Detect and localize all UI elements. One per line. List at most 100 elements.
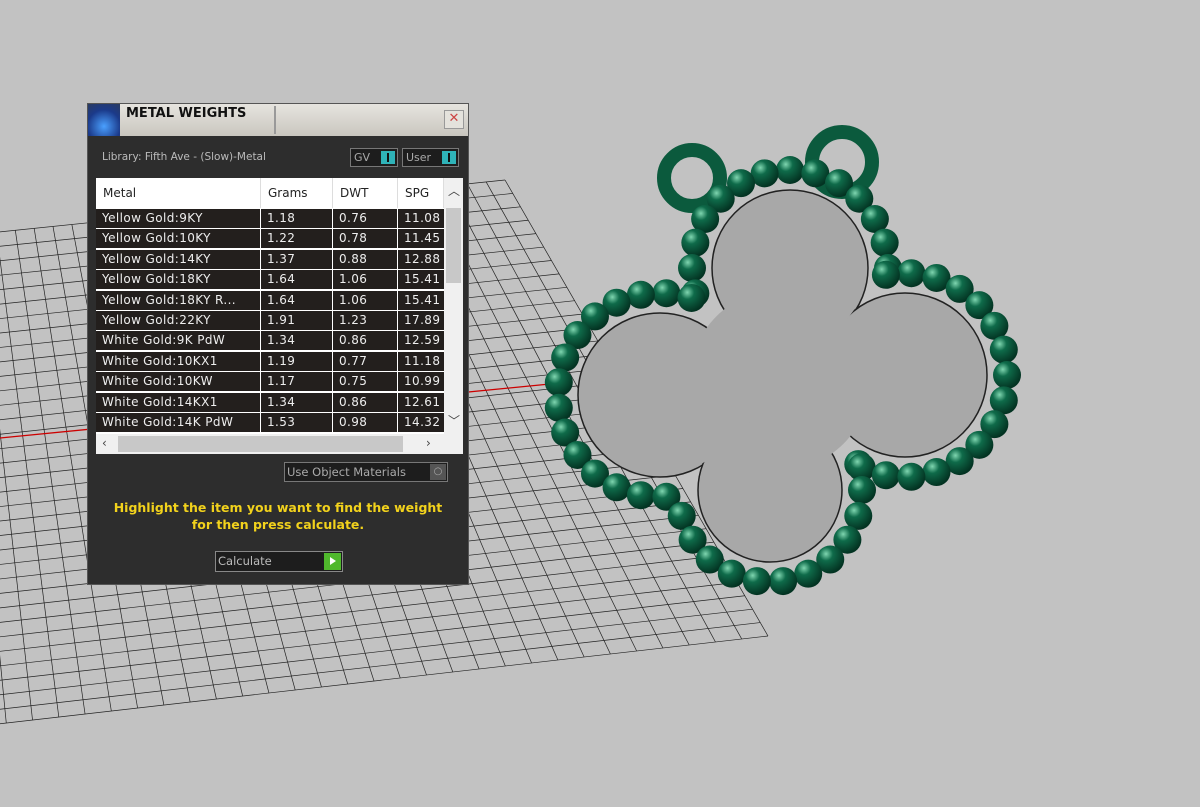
bead	[769, 567, 798, 596]
cell-dwt: 0.75	[333, 372, 397, 392]
cell-spg: 15.41	[398, 270, 444, 290]
cell-dwt: 0.78	[333, 229, 397, 249]
scroll-left-icon[interactable]: ‹	[102, 436, 107, 450]
bead	[626, 481, 655, 510]
cell-dwt: 0.98	[333, 413, 397, 432]
bead	[544, 393, 573, 422]
bead	[922, 458, 951, 487]
center-lobe-fill	[699, 419, 841, 561]
bead	[544, 368, 573, 397]
cell-dwt: 0.76	[333, 209, 397, 228]
cell-spg: 12.59	[398, 331, 444, 351]
table-row[interactable]: Yellow Gold:18KY 1.64 1.06 15.41	[96, 270, 444, 290]
use-object-materials-toggle[interactable]: Use Object Materials ○	[284, 462, 448, 482]
horizontal-scrollbar[interactable]: ‹ ›	[96, 434, 463, 454]
cell-spg: 11.45	[398, 229, 444, 249]
center-lobe-fill	[824, 294, 986, 456]
bead	[871, 461, 900, 490]
message-line-2: for then press calculate.	[191, 517, 365, 532]
table-row[interactable]: White Gold:10KW 1.17 0.75 10.99	[96, 372, 444, 392]
table-row[interactable]: White Gold:14K PdW 1.53 0.98 14.32	[96, 413, 444, 433]
cell-spg: 14.32	[398, 413, 444, 432]
cell-spg: 11.08	[398, 209, 444, 228]
cell-metal: Yellow Gold:18KY	[96, 270, 260, 290]
scroll-up-icon[interactable]: ︿	[448, 182, 460, 199]
cell-dwt: 0.77	[333, 351, 397, 371]
window-title: METAL WEIGHTS	[126, 106, 247, 121]
cell-grams: 1.22	[261, 229, 332, 249]
bead	[794, 559, 823, 588]
bead	[717, 559, 746, 588]
metal-table: Metal Grams DWT SPG Yellow Gold:9KY 1.18 0…	[96, 178, 463, 454]
play-arrow-icon	[324, 553, 341, 570]
bead	[626, 280, 655, 309]
table-row[interactable]: White Gold:14KX1 1.34 0.86 12.61	[96, 392, 444, 413]
cell-spg: 17.89	[398, 311, 444, 330]
cell-metal: Yellow Gold:9KY	[96, 209, 260, 228]
hscroll-thumb[interactable]	[118, 436, 403, 452]
grid-line	[0, 595, 745, 681]
table-row[interactable]: Yellow Gold:18KY R... 1.64 1.06 15.41	[96, 290, 444, 311]
vertical-scrollbar[interactable]: ︿ ﹀	[444, 178, 463, 434]
cell-grams: 1.34	[261, 331, 332, 351]
bead	[870, 228, 899, 257]
bead	[871, 260, 900, 289]
table-row[interactable]: Yellow Gold:22KY 1.91 1.23 17.89	[96, 311, 444, 331]
cell-dwt: 0.88	[333, 249, 397, 269]
cell-spg: 12.61	[398, 392, 444, 412]
bead	[844, 501, 873, 530]
cell-dwt: 1.23	[333, 311, 397, 330]
cell-grams: 1.34	[261, 392, 332, 412]
cell-metal: Yellow Gold:10KY	[96, 229, 260, 249]
table-row[interactable]: Yellow Gold:9KY 1.18 0.76 11.08	[96, 209, 444, 229]
bead	[897, 462, 926, 491]
table-row[interactable]: White Gold:9K PdW 1.34 0.86 12.59	[96, 331, 444, 351]
scroll-right-icon[interactable]: ›	[426, 436, 431, 450]
bead	[848, 476, 876, 504]
radio-icon: ○	[430, 464, 446, 480]
cell-grams: 1.64	[261, 270, 332, 290]
header-dwt[interactable]: DWT	[333, 178, 398, 208]
instruction-message: Highlight the item you want to find the …	[88, 499, 468, 533]
grid-line	[0, 635, 769, 725]
header-spg[interactable]: SPG	[398, 178, 444, 208]
cell-dwt: 0.86	[333, 392, 397, 412]
table-row[interactable]: White Gold:10KX1 1.19 0.77 11.18	[96, 351, 444, 372]
cell-metal: White Gold:9K PdW	[96, 331, 260, 351]
table-row[interactable]: Yellow Gold:10KY 1.22 0.78 11.45	[96, 229, 444, 249]
bead	[776, 156, 804, 184]
cell-metal: White Gold:14K PdW	[96, 413, 260, 432]
cell-metal: Yellow Gold:18KY R...	[96, 290, 260, 310]
gv-toggle[interactable]: GV	[350, 148, 398, 167]
cell-metal: White Gold:10KW	[96, 372, 260, 392]
cell-spg: 12.88	[398, 249, 444, 269]
header-metal[interactable]: Metal	[96, 178, 261, 208]
scroll-down-icon[interactable]: ﹀	[448, 412, 460, 429]
message-line-1: Highlight the item you want to find the …	[113, 500, 443, 515]
bead	[681, 228, 710, 257]
scroll-thumb[interactable]	[446, 208, 461, 283]
table-row[interactable]: Yellow Gold:14KY 1.37 0.88 12.88	[96, 249, 444, 270]
title-bar[interactable]: METAL WEIGHTS ✕	[88, 104, 468, 136]
cell-grams: 1.91	[261, 311, 332, 330]
close-button[interactable]: ✕	[444, 110, 464, 129]
bead	[989, 335, 1018, 364]
title-divider	[274, 106, 276, 134]
header-grams[interactable]: Grams	[261, 178, 333, 208]
bead	[652, 279, 681, 308]
cell-grams: 1.17	[261, 372, 332, 392]
library-label: Library: Fifth Ave - (Slow)-Metal	[102, 151, 266, 163]
cell-metal: Yellow Gold:22KY	[96, 311, 260, 330]
toggle-knob-icon	[381, 151, 395, 164]
cell-spg: 15.41	[398, 290, 444, 310]
user-toggle[interactable]: User	[402, 148, 459, 167]
cell-grams: 1.18	[261, 209, 332, 228]
cell-grams: 1.19	[261, 351, 332, 371]
cell-metal: Yellow Gold:14KY	[96, 249, 260, 269]
bead	[667, 501, 696, 530]
bead	[993, 361, 1021, 389]
bead	[897, 259, 926, 288]
calculate-button[interactable]: Calculate	[215, 551, 343, 572]
bead	[742, 567, 771, 596]
toggle-knob-icon	[442, 151, 456, 164]
